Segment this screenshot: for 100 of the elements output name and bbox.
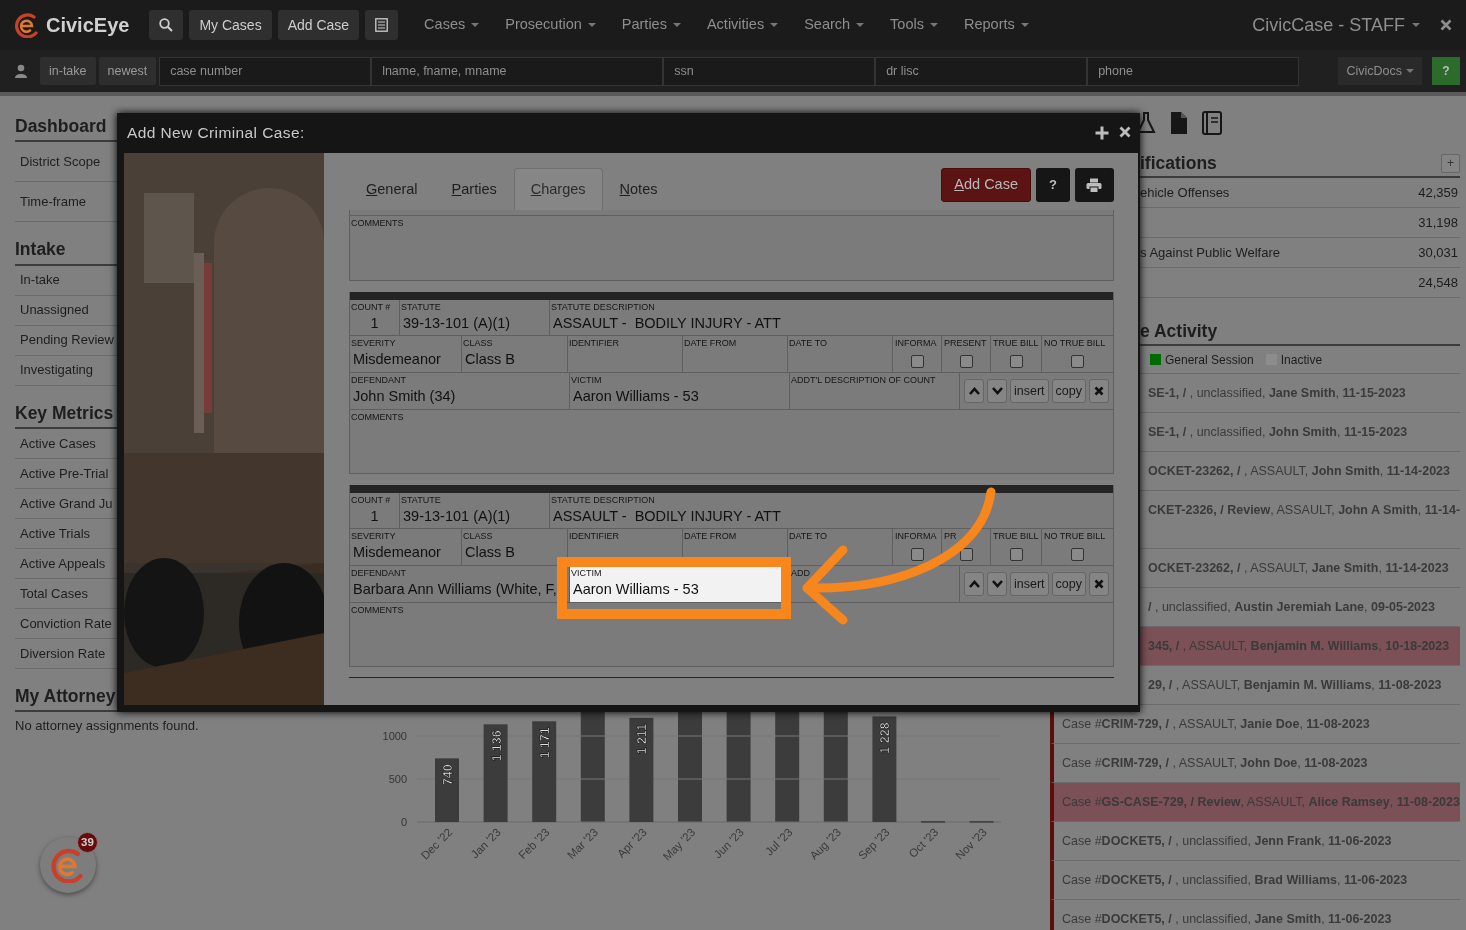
caret-icon [1412, 23, 1420, 27]
activity-link[interactable]: Case #DOCKET5, / , unclassified, Jane Smith, 11-06-2023 [1062, 909, 1392, 929]
sidebar-item[interactable]: Diversion Rate [20, 643, 106, 663]
close-icon[interactable] [1440, 19, 1452, 31]
checkbox[interactable] [1009, 548, 1023, 561]
search-field[interactable]: case number [159, 56, 372, 86]
axis-label: Dec '22 [418, 825, 455, 862]
search-field[interactable]: phone [1087, 56, 1300, 86]
nav-button[interactable]: Add Case [277, 10, 360, 40]
sidebar-item[interactable]: Total Cases [20, 583, 88, 603]
nav-menu[interactable]: Cases [424, 14, 480, 36]
plus-icon[interactable] [1095, 126, 1109, 140]
nav-button[interactable]: My Cases [189, 10, 272, 40]
field-value[interactable]: Aaron Williams - 53 [570, 579, 789, 599]
sidebar-item[interactable]: Conviction Rate [20, 613, 112, 633]
insert-button[interactable]: insert [1010, 572, 1049, 596]
filter-button[interactable]: newest [98, 57, 157, 85]
checkbox[interactable] [959, 355, 973, 368]
activity-link[interactable]: / , unclassified, Austin Jeremiah Lane, 09-05-2023 [1148, 597, 1435, 617]
sidebar-item[interactable]: Pending Review [20, 330, 114, 350]
checkbox[interactable] [910, 548, 924, 561]
activity-link[interactable]: SE-1, / , unclassified, Jane Smith, 11-15-2023 [1148, 383, 1406, 403]
remove-button[interactable] [1089, 572, 1109, 596]
tab[interactable]: Charges [513, 168, 603, 210]
document-icon[interactable] [1170, 111, 1188, 135]
checkbox[interactable] [1071, 548, 1084, 561]
sidebar-item[interactable]: In-take [20, 270, 60, 290]
activity-link[interactable]: Case #DOCKET5, / , unclassified, Brad Williams, 11-06-2023 [1062, 870, 1408, 890]
nav-menu[interactable]: Parties [621, 14, 681, 36]
nav-menu[interactable]: Search [804, 14, 865, 36]
field-value[interactable]: Aaron Williams - 53 [570, 386, 789, 406]
field-label: DEFENDANT [350, 374, 407, 386]
activity-link[interactable]: OCKET-23262, / , ASSAULT, John Smith, 11-14-2023 [1148, 461, 1450, 481]
tab[interactable]: Notes [602, 168, 675, 210]
sidebar-item[interactable]: Active Cases [20, 433, 96, 453]
field-value[interactable]: Misdemeanor [350, 349, 461, 369]
sidebar-item[interactable]: Unassigned [20, 300, 89, 320]
help-button[interactable]: ? [1036, 168, 1070, 202]
remove-button[interactable] [1089, 379, 1109, 403]
field-value[interactable]: 1 [350, 313, 399, 333]
notification-button[interactable] [40, 837, 96, 893]
checkbox[interactable] [959, 548, 973, 561]
activity-link[interactable]: CKET-2326, / Review, ASSAULT, John A Smith, 11-14- [1148, 501, 1461, 520]
field-value[interactable]: 1 [350, 506, 399, 526]
activity-link[interactable]: 29, / , ASSAULT, Benjamin M. Williams, 11-08-2023 [1148, 675, 1442, 695]
list-button[interactable] [365, 10, 399, 40]
activity-link[interactable]: Case #DOCKET5, / , unclassified, Jenn Frank, 11-06-2023 [1062, 831, 1392, 851]
field-label: TRUE BILL [992, 337, 1040, 349]
search-field[interactable]: dr lisc [875, 56, 1088, 86]
checkbox[interactable] [910, 355, 924, 368]
sidebar-item[interactable]: Active Appeals [20, 553, 106, 573]
activity-link[interactable]: Case #CRIM-729, / , ASSAULT, Janie Doe, 11-08-2023 [1062, 714, 1370, 734]
sidebar-item[interactable]: Active Pre-Trial [20, 463, 109, 483]
field-value[interactable]: 39-13-101 (A)(1) [400, 313, 549, 333]
tab[interactable]: Parties [434, 168, 514, 210]
search-field[interactable]: lname, fname, mname [371, 56, 664, 86]
nav-menu[interactable]: Tools [890, 14, 938, 36]
account-menu[interactable]: CivicCase - STAFF [1252, 11, 1420, 39]
add-case-button[interactable]: Add Case [941, 168, 1031, 202]
axis-label: Nov '23 [953, 825, 989, 862]
insert-button[interactable]: insert [1010, 379, 1049, 403]
print-button[interactable] [1075, 168, 1114, 202]
filter-button[interactable]: in-take [40, 57, 96, 85]
docs-menu[interactable]: CivicDocs [1338, 57, 1422, 85]
checkbox[interactable] [1071, 355, 1084, 368]
sidebar-item[interactable]: Time-frame [20, 192, 86, 212]
tab[interactable]: General [349, 168, 435, 210]
field-value[interactable]: Class B [462, 349, 567, 369]
copy-button[interactable]: copy [1051, 379, 1086, 403]
nav-menu[interactable]: Prosecution [505, 14, 596, 36]
move-up-button[interactable] [964, 572, 984, 596]
field-value[interactable]: ASSAULT - BODILY INJURY - ATT [550, 313, 1113, 333]
move-down-button[interactable] [987, 379, 1007, 403]
book-icon[interactable] [1202, 111, 1222, 135]
chevron-down-icon [991, 580, 1003, 588]
legend-label: General Session [1165, 352, 1254, 367]
close-icon[interactable] [1119, 126, 1131, 138]
help-button[interactable]: ? [1432, 57, 1460, 85]
move-down-button[interactable] [987, 572, 1007, 596]
field-value[interactable]: ASSAULT - BODILY INJURY - ATT [550, 506, 1113, 526]
field-value[interactable]: Barbara Ann Williams (White, F, [350, 579, 569, 599]
activity-link[interactable]: Case #CRIM-729, / , ASSAULT, John Doe, 11-08-2023 [1062, 753, 1368, 773]
field-value[interactable]: 39-13-101 (A)(1) [400, 506, 549, 526]
field-value[interactable]: John Smith (34) [350, 386, 569, 406]
move-up-button[interactable] [964, 379, 984, 403]
field-value[interactable]: Misdemeanor [350, 542, 461, 562]
checkbox[interactable] [1009, 355, 1023, 368]
nav-menu[interactable]: Reports [963, 14, 1029, 36]
sidebar-item[interactable]: Active Grand Ju [20, 493, 113, 513]
sidebar-item[interactable]: Active Trials [20, 523, 91, 543]
search-field[interactable]: ssn [663, 56, 876, 86]
search-button[interactable] [149, 10, 184, 40]
field-value[interactable]: Class B [462, 542, 567, 562]
add-button[interactable]: + [1441, 153, 1460, 173]
nav-menu[interactable]: Activities [706, 14, 779, 36]
copy-button[interactable]: copy [1051, 572, 1086, 596]
sidebar-item[interactable]: District Scope [20, 152, 101, 172]
sidebar-item[interactable]: Investigating [20, 360, 93, 380]
activity-link[interactable]: SE-1, / , unclassified, John Smith, 11-15-2023 [1148, 422, 1408, 442]
activity-link[interactable]: OCKET-23262, / , ASSAULT, Jane Smith, 11-14-2023 [1148, 558, 1449, 578]
